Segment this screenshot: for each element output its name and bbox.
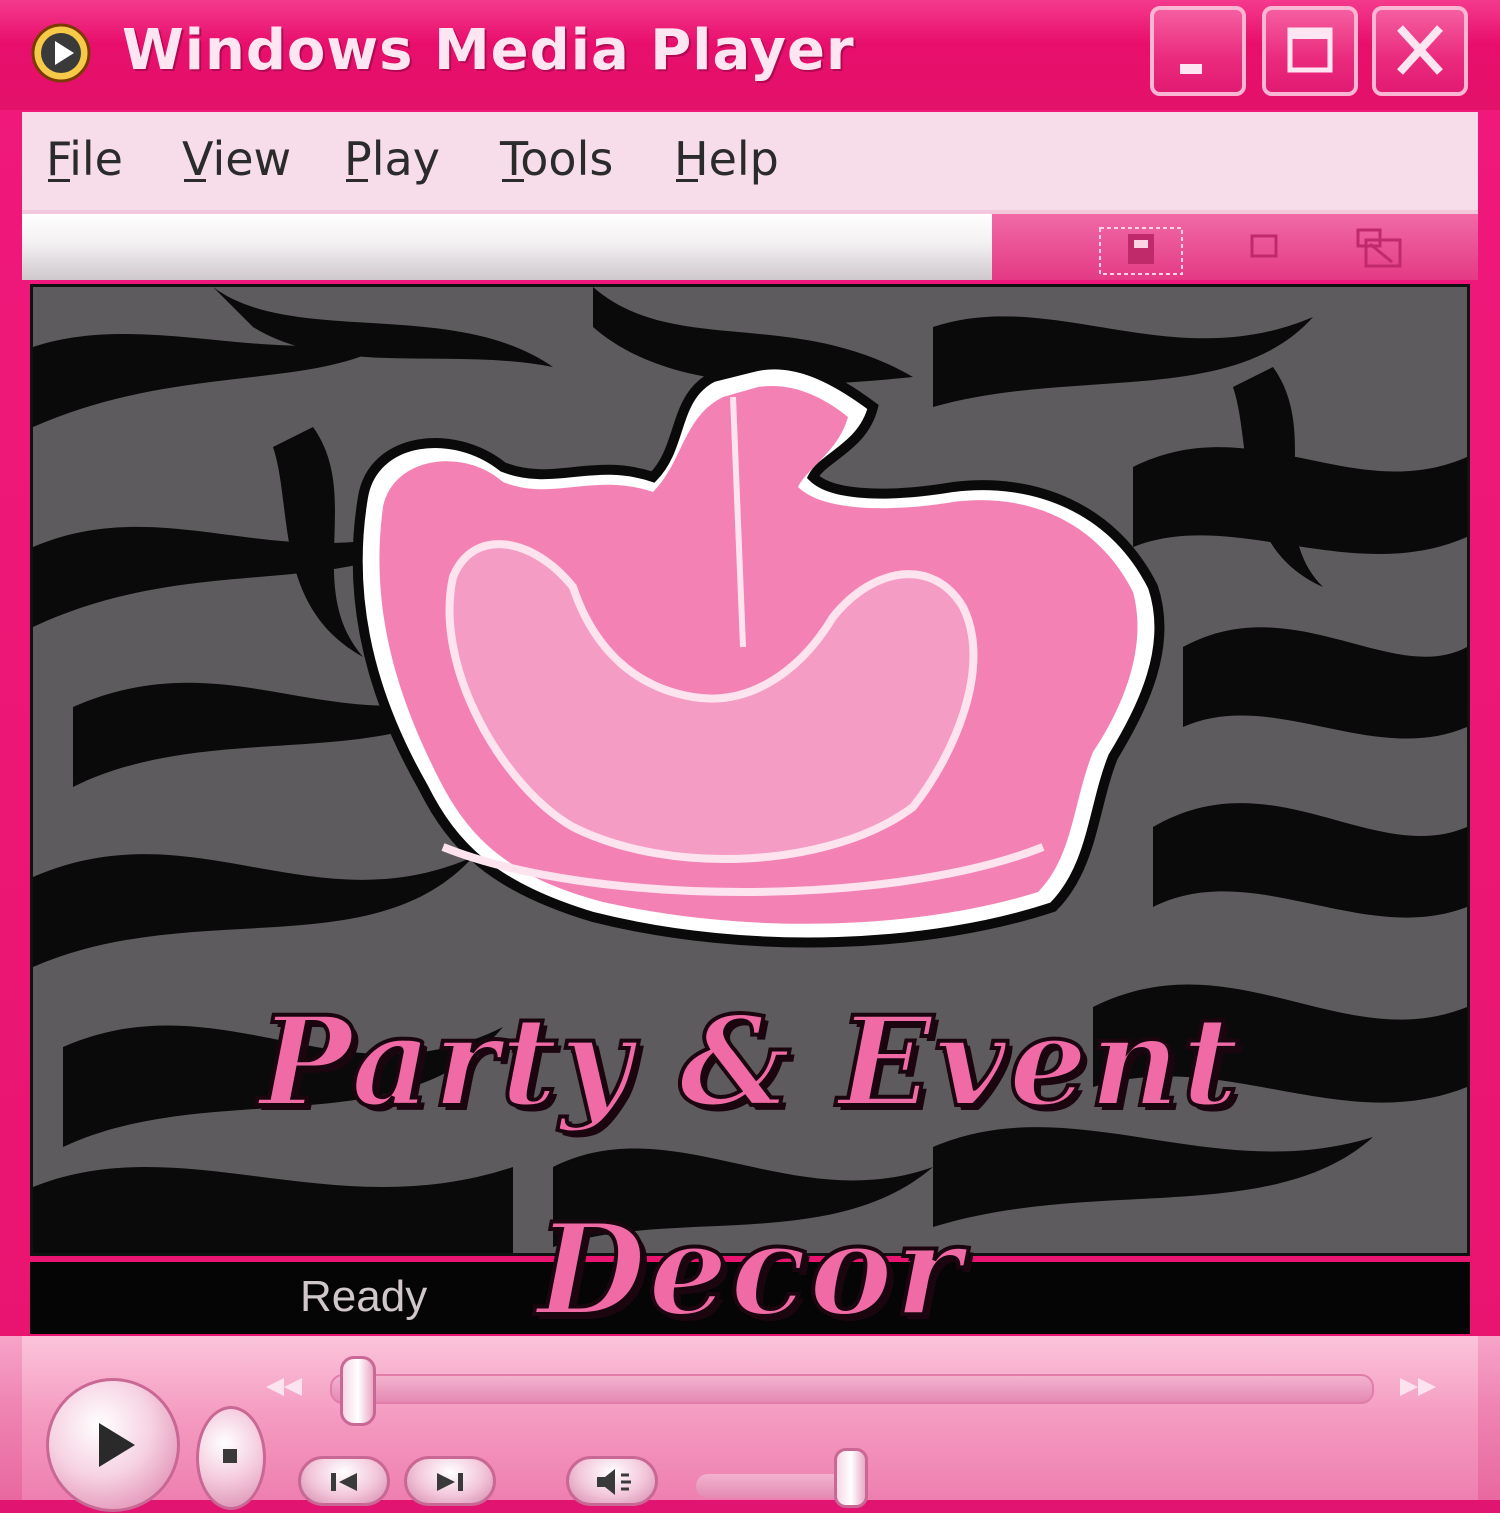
close-button[interactable] [1372,6,1468,96]
toolbar-strip [22,214,1478,280]
minimize-icon [1180,64,1202,74]
play-button[interactable] [46,1378,180,1512]
maximize-icon [1287,27,1333,73]
fast-forward-icon[interactable] [1380,1372,1440,1402]
seek-bar[interactable] [330,1374,1374,1404]
menu-bar: File View Play Tools Help [22,112,1478,214]
media-player-window: Windows Media Player File View Play Tool… [0,0,1500,1512]
next-icon [437,1473,463,1491]
fullscreen-icon[interactable] [1352,226,1412,270]
media-player-icon [30,22,92,84]
stop-button[interactable] [196,1406,266,1510]
play-icon [99,1423,135,1467]
minimize-button[interactable] [1150,6,1246,96]
maximize-button[interactable] [1262,6,1358,96]
menu-help[interactable]: Help [674,132,779,186]
window-title: Windows Media Player [122,18,855,83]
seek-thumb[interactable] [340,1356,376,1426]
previous-button[interactable] [298,1456,390,1506]
mute-button[interactable] [566,1456,658,1506]
title-bar[interactable]: Windows Media Player [0,0,1500,110]
menu-view[interactable]: View [182,132,291,186]
headline-line-1: Party & Event [257,988,1242,1137]
menu-file[interactable]: File [46,132,123,186]
stop-icon [223,1449,237,1463]
mute-icon [597,1469,631,1495]
headline-line-2: Decor [535,1194,964,1346]
previous-icon [331,1473,357,1491]
next-button[interactable] [404,1456,496,1506]
rewind-icon[interactable] [262,1372,322,1402]
close-icon [1397,25,1443,75]
skin-mode-icon[interactable] [1240,226,1290,270]
menu-play[interactable]: Play [344,132,440,186]
menu-tools[interactable]: Tools [500,132,613,186]
player-controls [0,1336,1500,1512]
compact-mode-icon[interactable] [1098,226,1184,276]
volume-thumb[interactable] [834,1448,868,1508]
toolbar-mode-panel [992,214,1478,280]
